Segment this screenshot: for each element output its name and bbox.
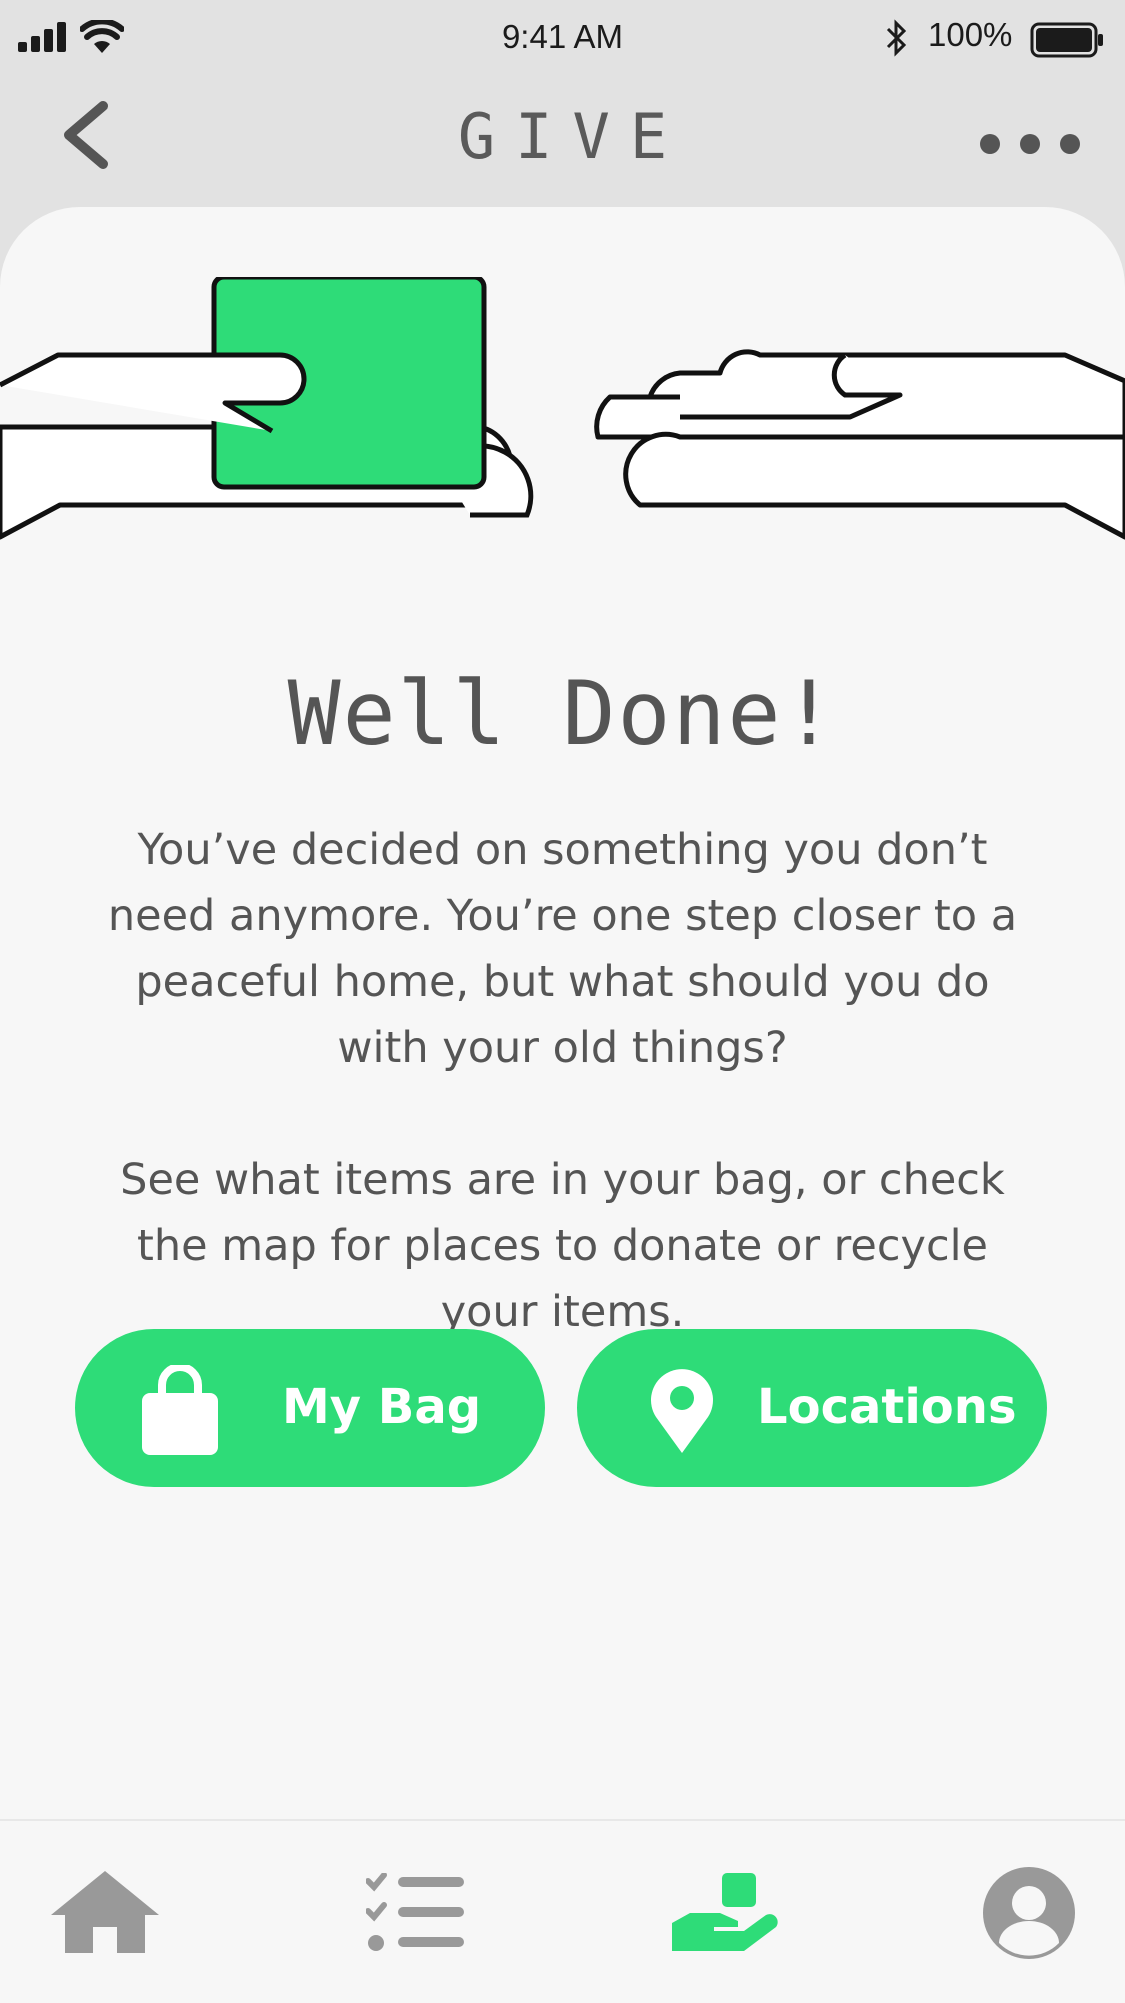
bluetooth-icon — [886, 19, 907, 57]
tab-checklist[interactable] — [316, 1821, 516, 2003]
battery-percent: 100% — [928, 16, 1013, 53]
status-bar: 9:41 AM 100% — [0, 0, 1125, 80]
giving-hands-illustration — [0, 277, 1125, 540]
more-dots-icon — [980, 134, 1080, 154]
nav-header: GIVE — [0, 80, 1125, 205]
tab-home[interactable] — [4, 1821, 204, 2003]
profile-icon — [983, 1867, 1075, 1959]
instruction-paragraph: See what items are in your bag, or check… — [120, 1155, 1005, 1337]
tab-profile[interactable] — [929, 1821, 1125, 2003]
locations-label: Locations — [757, 1379, 1017, 1435]
locations-button[interactable]: Locations — [577, 1329, 1047, 1487]
tab-give[interactable] — [622, 1821, 822, 2003]
checklist-icon — [366, 1873, 464, 1951]
headline: Well Done! — [287, 662, 838, 765]
intro-paragraph: You’ve decided on something you don’t ne… — [107, 825, 1018, 1073]
tab-bar — [0, 1819, 1125, 2003]
home-icon — [51, 1871, 159, 1953]
map-pin-icon — [651, 1369, 713, 1453]
content-card: Well Done! You’ve decided on something y… — [0, 207, 1125, 1819]
give-hand-icon — [672, 1873, 778, 1951]
my-bag-label: My Bag — [282, 1379, 482, 1435]
battery-icon — [1030, 22, 1103, 58]
page-title: GIVE — [457, 100, 688, 173]
my-bag-button[interactable]: My Bag — [75, 1329, 545, 1487]
shopping-bag-icon — [142, 1365, 218, 1455]
more-options-button[interactable] — [975, 120, 1085, 170]
